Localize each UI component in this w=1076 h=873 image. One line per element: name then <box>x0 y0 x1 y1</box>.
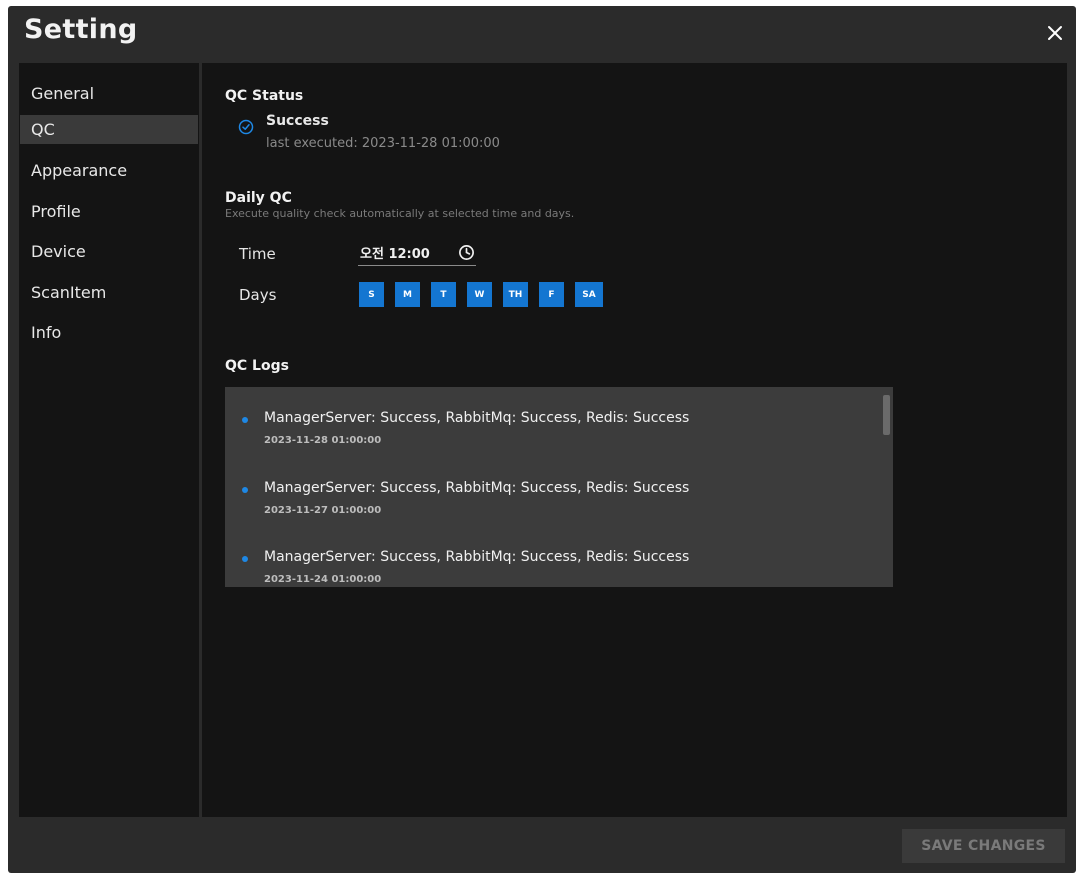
log-message: ManagerServer: Success, RabbitMq: Succes… <box>264 480 690 496</box>
clock-icon[interactable] <box>458 244 475 261</box>
days-label: Days <box>239 286 277 304</box>
log-message: ManagerServer: Success, RabbitMq: Succes… <box>264 410 690 426</box>
sidebar-item-device[interactable]: Device <box>20 237 198 266</box>
day-toggle-wednesday[interactable]: W <box>467 282 492 307</box>
log-message: ManagerServer: Success, RabbitMq: Succes… <box>264 549 690 565</box>
qc-logs-title: QC Logs <box>225 358 289 374</box>
settings-dialog: Setting General QC Appearance Profile De… <box>8 6 1076 873</box>
sidebar-item-profile[interactable]: Profile <box>20 197 198 226</box>
qc-last-executed: last executed: 2023-11-28 01:00:00 <box>266 136 500 151</box>
day-toggle-sunday[interactable]: S <box>359 282 384 307</box>
close-button[interactable] <box>1040 18 1070 48</box>
title-bar: Setting <box>8 6 1076 61</box>
time-label: Time <box>239 245 276 263</box>
bullet-icon <box>242 487 248 493</box>
day-toggle-thursday[interactable]: TH <box>503 282 528 307</box>
save-changes-button[interactable]: SAVE CHANGES <box>902 829 1065 863</box>
time-value[interactable]: 오전 12:00 <box>360 243 430 262</box>
day-toggle-tuesday[interactable]: T <box>431 282 456 307</box>
day-toggle-monday[interactable]: M <box>395 282 420 307</box>
qc-status-value: Success <box>266 113 329 129</box>
time-picker-field[interactable]: 오전 12:00 <box>358 241 476 266</box>
bullet-icon <box>242 417 248 423</box>
bullet-icon <box>242 556 248 562</box>
dialog-title: Setting <box>24 14 138 45</box>
sidebar-item-info[interactable]: Info <box>20 318 198 347</box>
sidebar-item-appearance[interactable]: Appearance <box>20 156 198 185</box>
log-date: 2023-11-24 01:00:00 <box>264 574 382 585</box>
scrollbar-thumb[interactable] <box>883 395 890 435</box>
qc-status-title: QC Status <box>225 88 304 104</box>
qc-settings-panel: QC Status Success last executed: 2023-11… <box>202 63 1067 817</box>
sidebar: General QC Appearance Profile Device Sca… <box>19 63 199 817</box>
log-date: 2023-11-27 01:00:00 <box>264 505 382 516</box>
daily-qc-title: Daily QC <box>225 190 292 206</box>
close-icon <box>1048 26 1062 40</box>
log-date: 2023-11-28 01:00:00 <box>264 435 382 446</box>
qc-logs-list[interactable]: ManagerServer: Success, RabbitMq: Succes… <box>225 387 893 587</box>
check-circle-icon <box>238 119 254 135</box>
sidebar-item-scanitem[interactable]: ScanItem <box>20 278 198 307</box>
daily-qc-description: Execute quality check automatically at s… <box>225 207 575 220</box>
sidebar-item-qc[interactable]: QC <box>20 115 198 144</box>
day-toggle-friday[interactable]: F <box>539 282 564 307</box>
sidebar-item-general[interactable]: General <box>20 79 198 108</box>
day-toggle-saturday[interactable]: SA <box>575 282 603 307</box>
